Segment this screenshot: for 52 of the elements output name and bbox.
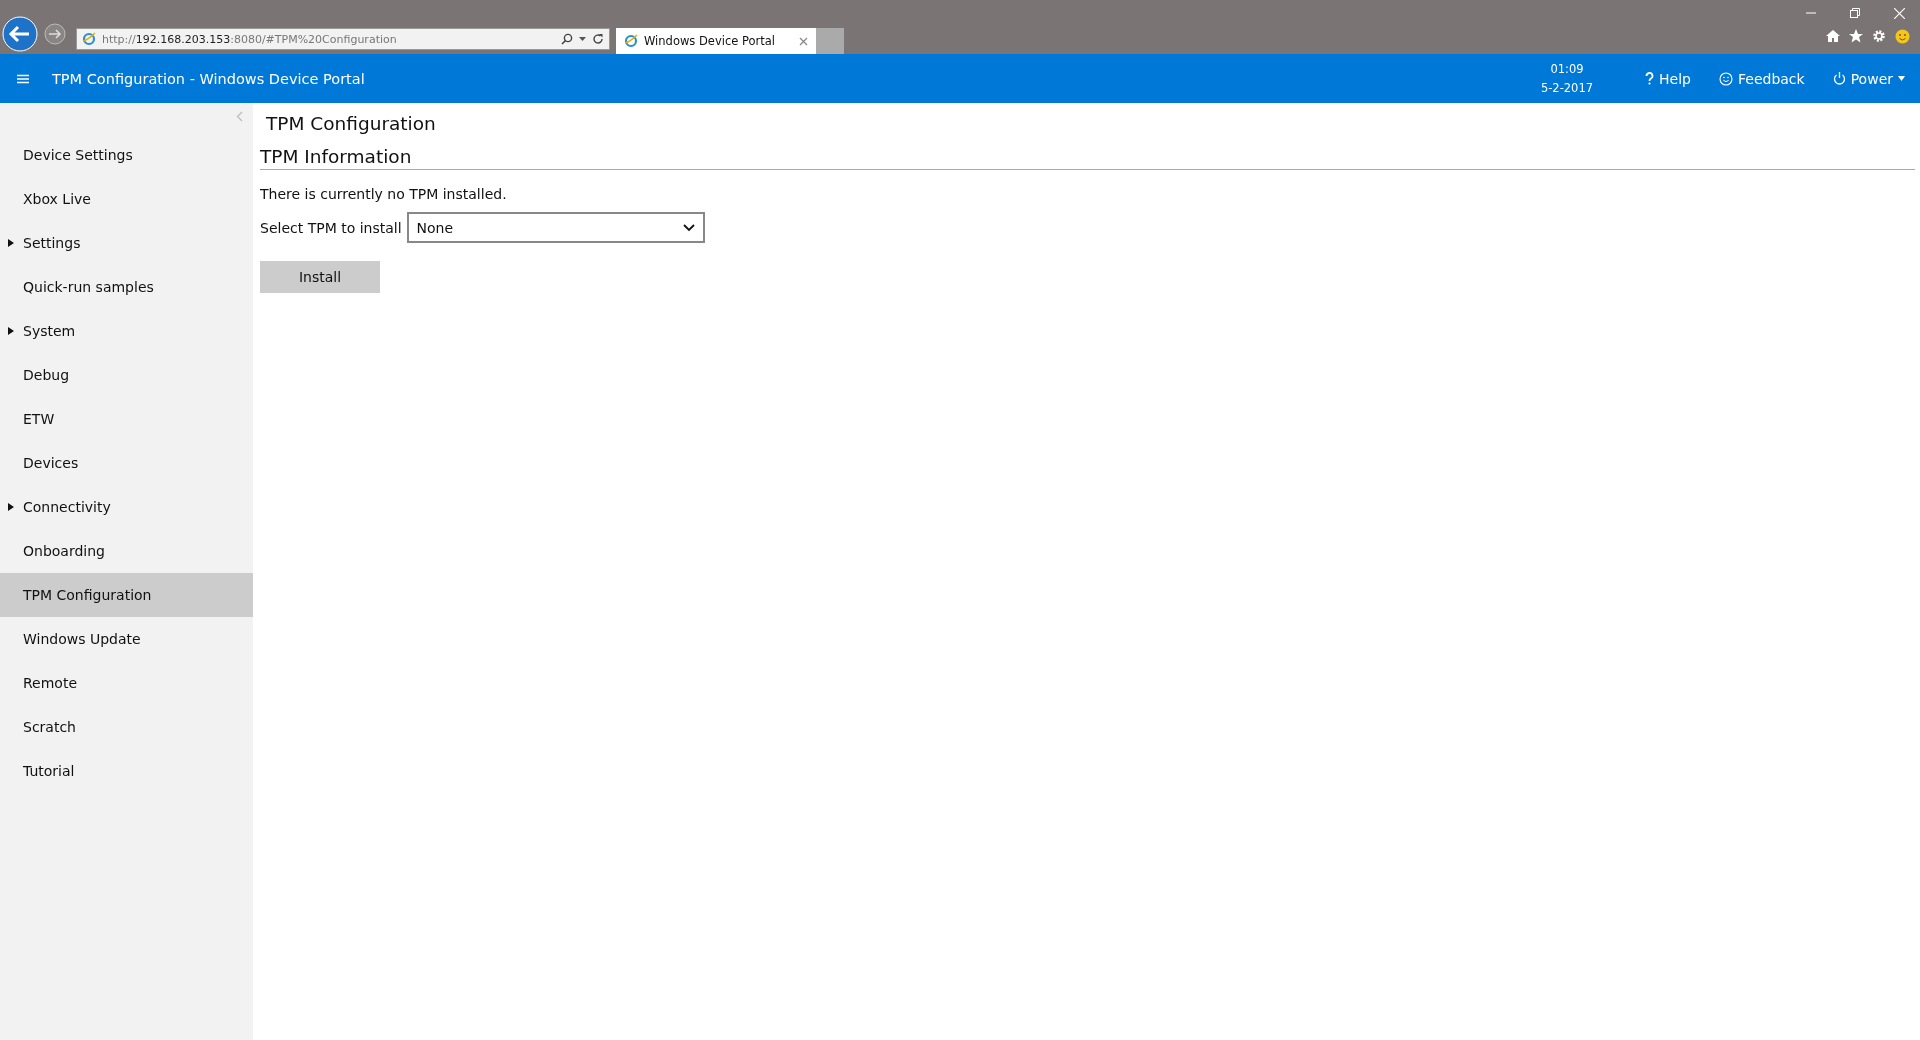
power-menu[interactable]: Power <box>1832 70 1905 87</box>
tab-title: Windows Device Portal <box>644 34 776 48</box>
sidebar-item[interactable]: Tutorial <box>0 749 253 793</box>
sidebar-item[interactable]: Devices <box>0 441 253 485</box>
sidebar-item[interactable]: Connectivity <box>0 485 253 529</box>
page-title: TPM Configuration - Windows Device Portal <box>52 70 365 87</box>
address-field[interactable]: http://192.168.203.153:8080/#TPM%20Configuration <box>76 28 610 50</box>
page-icon <box>82 32 96 46</box>
sidebar-item[interactable]: Remote <box>0 661 253 705</box>
search-icon[interactable] <box>561 33 573 45</box>
settings-icon[interactable] <box>1872 29 1886 43</box>
time-text: 01:09 <box>1550 62 1584 76</box>
feedback-link[interactable]: Feedback <box>1719 70 1805 87</box>
sidebar-item[interactable]: ETW <box>0 397 253 441</box>
help-link[interactable]: Help <box>1645 70 1691 87</box>
menu-icon[interactable] <box>17 73 29 84</box>
caret-icon <box>1898 76 1905 81</box>
chevron-down-icon <box>682 223 695 232</box>
help-icon <box>1645 72 1655 85</box>
page-heading: TPM Configuration <box>266 113 437 134</box>
refresh-icon[interactable] <box>592 33 604 45</box>
home-icon[interactable] <box>1826 29 1840 43</box>
browser-tab[interactable]: Windows Device Portal <box>616 28 816 54</box>
tpm-select[interactable]: None <box>406 212 705 243</box>
back-icon[interactable] <box>2 16 38 52</box>
expand-arrow-icon <box>8 239 14 247</box>
expand-arrow-icon <box>8 503 14 511</box>
smiley-icon[interactable] <box>1895 29 1910 44</box>
sidebar-item[interactable]: Debug <box>0 353 253 397</box>
caret-icon[interactable] <box>579 36 586 42</box>
page-icon <box>624 34 638 48</box>
date-text: 5-2-2017 <box>1540 81 1594 95</box>
close-icon[interactable] <box>799 36 808 46</box>
restore-icon[interactable] <box>1850 8 1860 18</box>
sidebar-item[interactable]: Settings <box>0 221 253 265</box>
select-label: Select TPM to install <box>260 219 402 236</box>
power-icon <box>1832 72 1846 85</box>
sidebar-item[interactable]: Device Settings <box>0 133 253 177</box>
sidebar-item[interactable]: Windows Update <box>0 617 253 661</box>
sidebar-item[interactable]: Onboarding <box>0 529 253 573</box>
status-text: There is currently no TPM installed. <box>260 186 508 202</box>
sidebar-item[interactable]: TPM Configuration <box>0 573 253 617</box>
sidebar-item[interactable]: System <box>0 309 253 353</box>
install-button[interactable]: Install <box>260 261 380 293</box>
expand-arrow-icon <box>8 327 14 335</box>
sidebar-item[interactable]: Xbox Live <box>0 177 253 221</box>
forward-icon[interactable] <box>44 23 66 45</box>
sidebar-item[interactable]: Scratch <box>0 705 253 749</box>
smiley-icon <box>1719 71 1733 86</box>
sidebar-item[interactable]: Quick-run samples <box>0 265 253 309</box>
section-heading: TPM Information <box>260 146 1915 170</box>
star-icon[interactable] <box>1849 29 1863 43</box>
